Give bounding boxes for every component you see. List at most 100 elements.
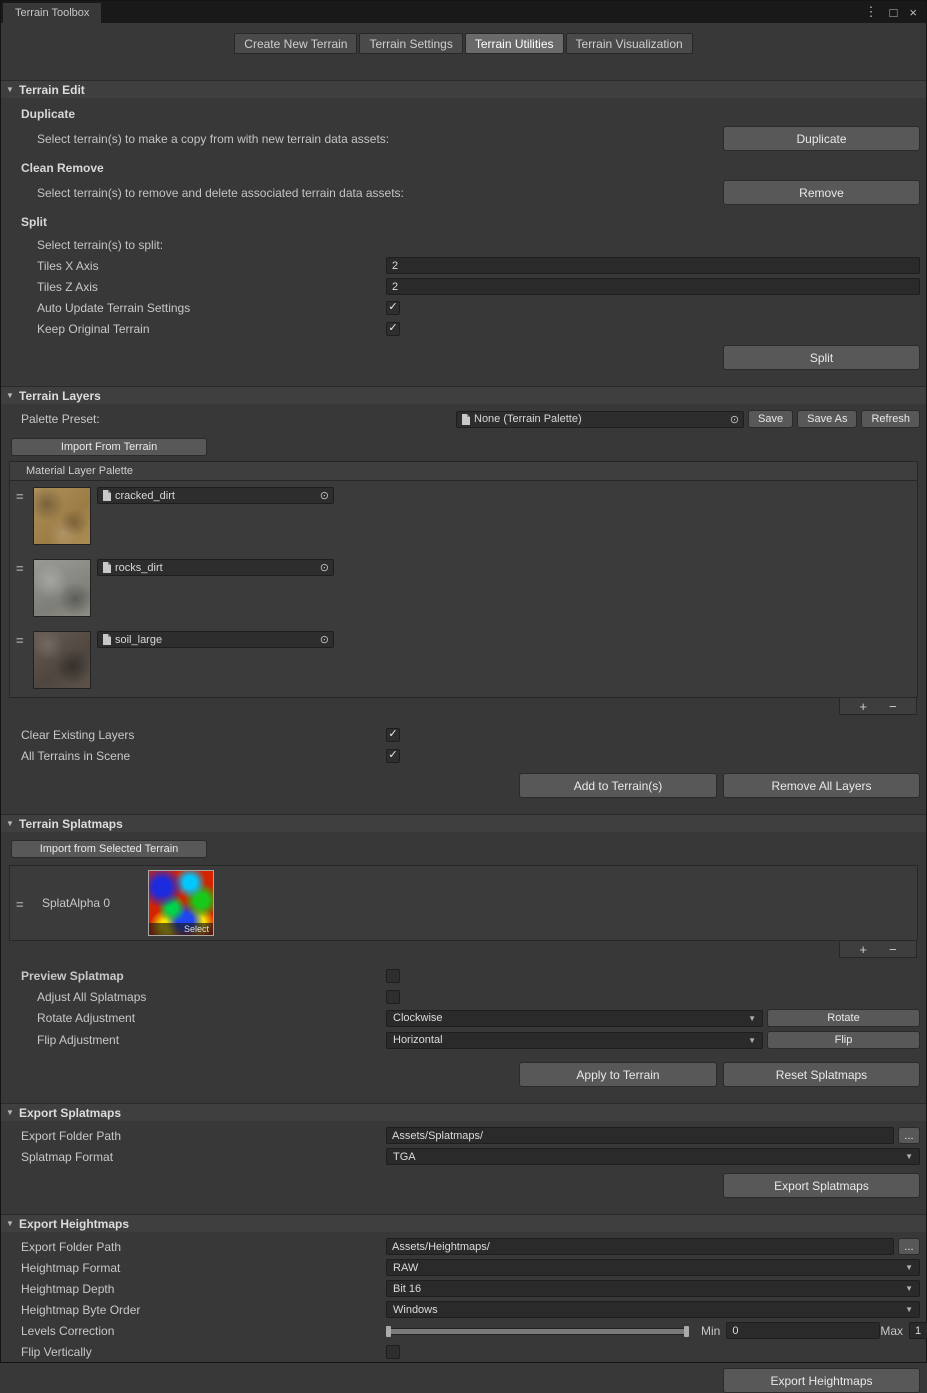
tab-terrain-utilities[interactable]: Terrain Utilities	[465, 33, 564, 54]
browse-button[interactable]: ...	[898, 1238, 920, 1255]
asset-icon	[102, 634, 111, 645]
tiles-z-row: Tiles Z Axis	[1, 278, 926, 295]
layer-row[interactable]: = rocks_dirt ⊙	[10, 553, 917, 625]
flip-button[interactable]: Flip	[767, 1031, 920, 1049]
min-label: Min	[701, 1324, 720, 1338]
splatmap-thumbnail[interactable]: Select	[148, 870, 214, 936]
export-splatmaps-header[interactable]: ▼ Export Splatmaps	[1, 1103, 926, 1121]
section-title: Terrain Splatmaps	[19, 817, 123, 831]
export-splatmaps-button[interactable]: Export Splatmaps	[723, 1173, 920, 1198]
splatmap-format-dropdown[interactable]: TGA ▼	[386, 1148, 920, 1165]
add-layer-button[interactable]: +	[859, 700, 867, 713]
heightmap-byte-order-dropdown[interactable]: Windows ▼	[386, 1301, 920, 1318]
tab-terrain-visualization[interactable]: Terrain Visualization	[566, 33, 693, 54]
export-heightmaps-button[interactable]: Export Heightmaps	[723, 1368, 920, 1393]
splatmap-row[interactable]: = SplatAlpha 0 Select	[10, 866, 917, 940]
object-picker-icon[interactable]: ⊙	[315, 561, 329, 574]
drag-handle-icon[interactable]: =	[16, 561, 33, 576]
tiles-x-row: Tiles X Axis	[1, 257, 926, 274]
foldout-arrow-icon: ▼	[6, 391, 19, 400]
layer-thumbnail-soil-large[interactable]	[33, 631, 91, 689]
save-as-button[interactable]: Save As	[797, 410, 857, 428]
remove-all-layers-button[interactable]: Remove All Layers	[723, 773, 920, 798]
browse-button[interactable]: ...	[898, 1127, 920, 1144]
refresh-button[interactable]: Refresh	[861, 410, 920, 428]
splatmap-export-path-input[interactable]	[386, 1127, 894, 1144]
dropdown-value: Clockwise	[393, 1012, 443, 1024]
terrain-layers-header[interactable]: ▼ Terrain Layers	[1, 386, 926, 404]
slider-min-handle[interactable]	[386, 1326, 391, 1337]
duplicate-subheader: Duplicate	[21, 107, 75, 121]
add-splatmap-button[interactable]: +	[859, 943, 867, 956]
levels-correction-slider[interactable]	[386, 1324, 689, 1338]
remove-button[interactable]: Remove	[723, 180, 920, 205]
duplicate-row: Select terrain(s) to make a copy from wi…	[1, 125, 926, 152]
terrain-splatmaps-header[interactable]: ▼ Terrain Splatmaps	[1, 814, 926, 832]
remove-layer-button[interactable]: −	[889, 700, 897, 713]
chevron-down-icon: ▼	[748, 1036, 756, 1045]
layer-thumbnail-rocks-dirt[interactable]	[33, 559, 91, 617]
split-description-row: Select terrain(s) to split:	[1, 236, 926, 253]
remove-splatmap-button[interactable]: −	[889, 943, 897, 956]
export-heightmaps-header[interactable]: ▼ Export Heightmaps	[1, 1214, 926, 1232]
foldout-arrow-icon: ▼	[6, 85, 19, 94]
close-icon[interactable]: ×	[909, 5, 917, 20]
layer-object-field[interactable]: soil_large ⊙	[97, 631, 334, 648]
dropdown-value: TGA	[393, 1151, 416, 1163]
import-from-terrain-button[interactable]: Import From Terrain	[11, 438, 207, 456]
duplicate-button[interactable]: Duplicate	[723, 126, 920, 151]
layer-row[interactable]: = soil_large ⊙	[10, 625, 917, 697]
tiles-x-input[interactable]	[386, 257, 920, 274]
preview-splatmap-row: Preview Splatmap	[1, 967, 926, 984]
heightmap-depth-label: Heightmap Depth	[21, 1282, 386, 1296]
heightmap-depth-dropdown[interactable]: Bit 16 ▼	[386, 1280, 920, 1297]
keep-original-row: Keep Original Terrain ✓	[1, 320, 926, 337]
slider-max-handle[interactable]	[684, 1326, 689, 1337]
terrain-edit-header[interactable]: ▼ Terrain Edit	[1, 80, 926, 98]
section-title: Terrain Layers	[19, 389, 101, 403]
menu-icon[interactable]: ⋮	[865, 4, 878, 20]
add-to-terrains-button[interactable]: Add to Terrain(s)	[519, 773, 717, 798]
tab-create-new-terrain[interactable]: Create New Terrain	[234, 33, 357, 54]
layer-thumbnail-cracked-dirt[interactable]	[33, 487, 91, 545]
min-input[interactable]	[726, 1322, 880, 1339]
import-from-selected-terrain-button[interactable]: Import from Selected Terrain	[11, 840, 207, 858]
flip-adjustment-dropdown[interactable]: Horizontal ▼	[386, 1032, 763, 1049]
window-tab[interactable]: Terrain Toolbox	[3, 3, 101, 23]
flip-vertically-checkbox[interactable]	[386, 1345, 400, 1359]
drag-handle-icon[interactable]: =	[16, 489, 33, 504]
layer-object-field[interactable]: cracked_dirt ⊙	[97, 487, 334, 504]
layer-object-field[interactable]: rocks_dirt ⊙	[97, 559, 334, 576]
rotate-button[interactable]: Rotate	[767, 1009, 920, 1027]
select-button[interactable]: Select	[149, 923, 213, 935]
drag-handle-icon[interactable]: =	[16, 633, 33, 648]
heightmap-format-dropdown[interactable]: RAW ▼	[386, 1259, 920, 1276]
export-splatmaps-button-row: Export Splatmaps	[1, 1173, 926, 1198]
reset-splatmaps-button[interactable]: Reset Splatmaps	[723, 1062, 920, 1087]
adjust-all-checkbox[interactable]	[386, 990, 400, 1004]
check-mark-icon: ✓	[388, 750, 397, 761]
all-terrains-checkbox[interactable]: ✓	[386, 749, 400, 763]
drag-handle-icon[interactable]: =	[16, 897, 33, 912]
rotate-adjustment-dropdown[interactable]: Clockwise ▼	[386, 1010, 763, 1027]
window-controls: ⋮ □ ×	[865, 1, 926, 23]
save-button[interactable]: Save	[748, 410, 793, 428]
object-picker-icon[interactable]: ⊙	[315, 489, 329, 502]
clear-existing-checkbox[interactable]: ✓	[386, 728, 400, 742]
maximize-icon[interactable]: □	[890, 5, 898, 20]
layer-row[interactable]: = cracked_dirt ⊙	[10, 481, 917, 553]
tiles-z-input[interactable]	[386, 278, 920, 295]
apply-to-terrain-button[interactable]: Apply to Terrain	[519, 1062, 717, 1087]
keep-original-checkbox[interactable]: ✓	[386, 322, 400, 336]
auto-update-checkbox[interactable]: ✓	[386, 301, 400, 315]
split-button[interactable]: Split	[723, 345, 920, 370]
preview-splatmap-checkbox[interactable]	[386, 969, 400, 983]
max-input[interactable]	[909, 1322, 927, 1339]
heightmap-export-path-input[interactable]	[386, 1238, 894, 1255]
object-picker-icon[interactable]: ⊙	[315, 633, 329, 646]
palette-preset-field[interactable]: None (Terrain Palette) ⊙	[456, 411, 744, 428]
splatmap-export-path-row: Export Folder Path ...	[1, 1127, 926, 1144]
mode-tabbar: Create New Terrain Terrain Settings Terr…	[1, 23, 926, 54]
object-picker-icon[interactable]: ⊙	[725, 413, 739, 426]
tab-terrain-settings[interactable]: Terrain Settings	[359, 33, 462, 54]
